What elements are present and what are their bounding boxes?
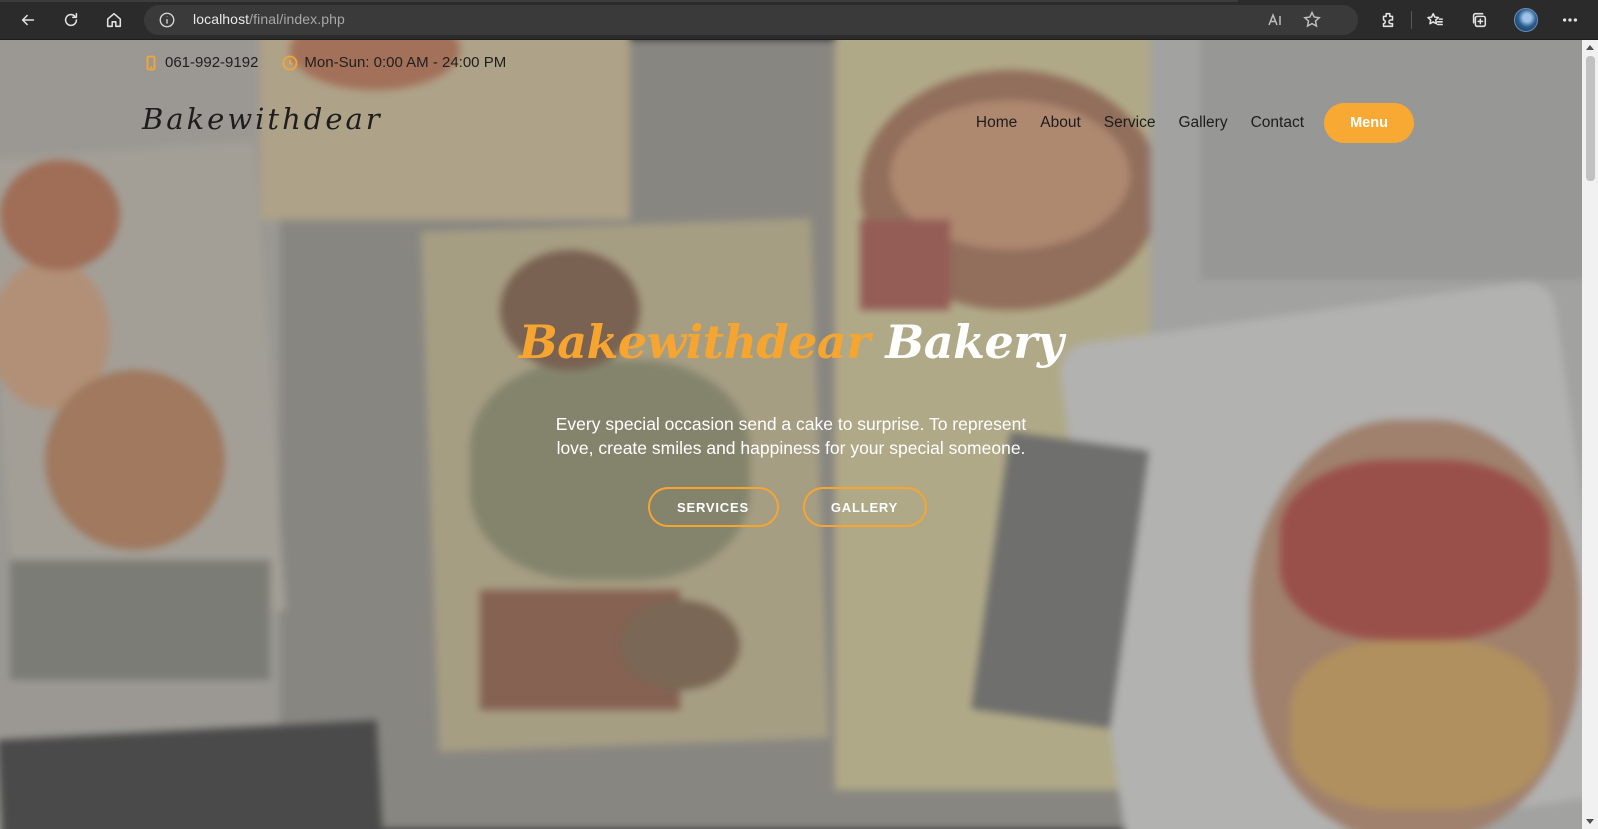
nav-contact[interactable]: Contact [1251, 114, 1304, 132]
scroll-down-icon[interactable] [1586, 819, 1594, 824]
url-host: localhost [193, 11, 250, 27]
topbar: 061-992-9192 Mon-Sun: 0:00 AM - 24:00 PM [143, 54, 530, 71]
page-scrollbar[interactable] [1582, 40, 1598, 829]
services-button[interactable]: SERVICES [647, 487, 779, 527]
hero-subtitle-line: Every special occasion send a cake to su… [555, 414, 1027, 434]
url-text[interactable]: localhost/final/index.php [193, 11, 345, 27]
refresh-icon[interactable] [57, 6, 85, 34]
hero-buttons: SERVICES GALLERY [0, 487, 1582, 527]
gallery-button[interactable]: GALLERY [802, 487, 927, 527]
topbar-phone: 061-992-9192 [143, 54, 258, 71]
nav-gallery[interactable]: Gallery [1178, 114, 1227, 132]
hero-subtitle: Every special occasion send a cake to su… [0, 412, 1582, 460]
hero-subtitle-line: love, create smiles and happiness for yo… [556, 438, 1026, 458]
nav-service[interactable]: Service [1104, 114, 1156, 132]
topbar-hours: Mon-Sun: 0:00 AM - 24:00 PM [282, 54, 506, 71]
clock-icon [283, 55, 298, 70]
hero-title-rest: Bakery [885, 315, 1064, 369]
hero-title: Bakewithdear Bakery [0, 315, 1582, 369]
hero-title-accent: Bakewithdear [518, 315, 871, 369]
scrollbar-thumb[interactable] [1586, 56, 1595, 181]
address-bar[interactable]: localhost/final/index.php [144, 5, 1358, 35]
home-icon[interactable] [100, 6, 128, 34]
nav-home[interactable]: Home [976, 114, 1017, 132]
browser-toolbar: localhost/final/index.php [0, 0, 1598, 40]
url-path: /final/index.php [249, 11, 345, 27]
page-viewport: 061-992-9192 Mon-Sun: 0:00 AM - 24:00 PM… [0, 40, 1582, 829]
main-nav: Home About Service Gallery Contact Menu [953, 103, 1414, 143]
favorites-icon[interactable] [1421, 6, 1449, 34]
more-icon[interactable] [1556, 6, 1584, 34]
phone-text: 061-992-9192 [165, 54, 259, 71]
hours-text: Mon-Sun: 0:00 AM - 24:00 PM [304, 54, 507, 71]
extensions-icon[interactable] [1374, 6, 1402, 34]
loading-bar [0, 0, 1238, 2]
phone-icon [146, 55, 156, 70]
collections-icon[interactable] [1465, 6, 1493, 34]
nav-about[interactable]: About [1040, 114, 1081, 132]
read-aloud-icon[interactable] [1266, 10, 1286, 30]
scroll-up-icon[interactable] [1586, 45, 1594, 50]
toolbar-separator [1411, 11, 1412, 29]
back-icon[interactable] [14, 6, 42, 34]
profile-avatar[interactable] [1514, 8, 1538, 32]
add-favorite-icon[interactable] [1302, 10, 1322, 30]
site-logo[interactable]: Bakewithdear [142, 102, 383, 136]
menu-button[interactable]: Menu [1324, 103, 1414, 143]
info-icon[interactable] [158, 11, 176, 29]
